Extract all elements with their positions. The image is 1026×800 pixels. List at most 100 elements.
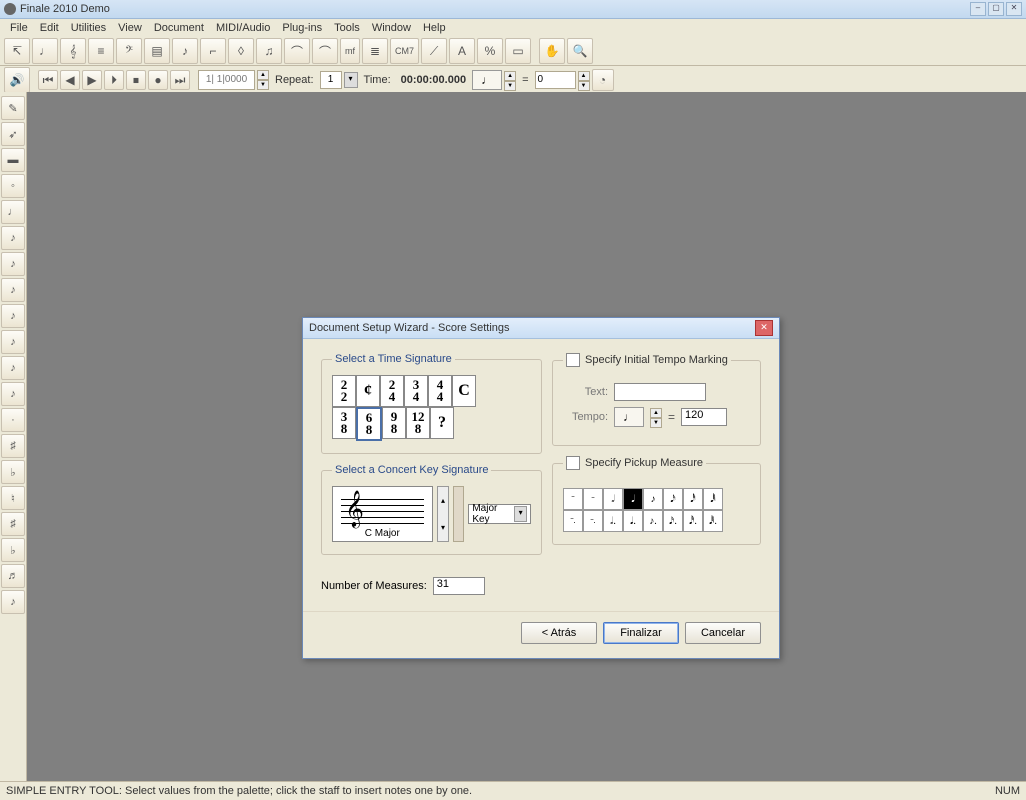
- time-sig-2/4[interactable]: 24: [380, 375, 404, 407]
- pal-5[interactable]: ♪: [1, 226, 25, 250]
- tool-lyric-icon[interactable]: ⟋: [421, 38, 447, 64]
- pal-10[interactable]: ♪: [1, 356, 25, 380]
- pal-1[interactable]: ➶: [1, 122, 25, 146]
- repeat-value[interactable]: 1: [320, 71, 342, 89]
- dialog-close-button[interactable]: ✕: [755, 320, 773, 336]
- tool-bass-icon[interactable]: 𝄢: [116, 38, 142, 64]
- tool-note-icon[interactable]: ♪: [172, 38, 198, 64]
- pickup-0-4[interactable]: ♪: [643, 488, 663, 510]
- time-sig-¢[interactable]: ¢: [356, 375, 380, 407]
- pal-4[interactable]: ♩: [1, 200, 25, 224]
- menu-plugins[interactable]: Plug-ins: [276, 22, 328, 34]
- key-spinner[interactable]: ▴▾: [437, 486, 450, 542]
- time-sig-9/8[interactable]: 98: [382, 407, 406, 439]
- pickup-0-1[interactable]: 𝄼: [583, 488, 603, 510]
- time-sig-6/8[interactable]: 68: [356, 407, 382, 441]
- pb-rew-icon[interactable]: ◀: [60, 70, 80, 90]
- tool-slur-icon[interactable]: ⌒: [284, 38, 310, 64]
- tempo-note-select[interactable]: ♩: [472, 70, 502, 90]
- repeat-dropdown[interactable]: ▾: [344, 72, 358, 88]
- tempo-value-input[interactable]: 120: [681, 408, 727, 426]
- pal-grace-icon[interactable]: ♬: [1, 564, 25, 588]
- menu-file[interactable]: File: [4, 22, 34, 34]
- tool-treble-icon[interactable]: 𝄞: [60, 38, 86, 64]
- pal-8[interactable]: ♪: [1, 304, 25, 328]
- time-sig-12/8[interactable]: 128: [406, 407, 430, 439]
- menu-help[interactable]: Help: [417, 22, 452, 34]
- tool-chord-icon[interactable]: ♫: [256, 38, 282, 64]
- pal-12[interactable]: ·: [1, 408, 25, 432]
- menu-tools[interactable]: Tools: [328, 22, 366, 34]
- tool-articulation-icon[interactable]: ≣: [362, 38, 388, 64]
- pickup-0-7[interactable]: 𝅘𝅥𝅱: [703, 488, 723, 510]
- pal-11[interactable]: ♪: [1, 382, 25, 406]
- pickup-0-5[interactable]: 𝅘𝅥𝅯: [663, 488, 683, 510]
- tool-hand-icon[interactable]: ✋: [539, 38, 565, 64]
- pickup-1-4[interactable]: ♪.: [643, 510, 663, 532]
- tool-page-icon[interactable]: ▭: [505, 38, 531, 64]
- menu-utilities[interactable]: Utilities: [65, 22, 112, 34]
- pal-last[interactable]: ♪: [1, 590, 25, 614]
- pb-play-icon[interactable]: ▶: [82, 70, 102, 90]
- tool-select-icon[interactable]: ↸: [4, 38, 30, 64]
- speaker-icon[interactable]: 🔊: [4, 67, 30, 93]
- tool-key-icon[interactable]: ▤: [144, 38, 170, 64]
- tempo-note-spinner[interactable]: ▲▼: [504, 71, 516, 89]
- pickup-0-3[interactable]: 𝅘𝅥: [623, 488, 643, 510]
- pal-7[interactable]: ♪: [1, 278, 25, 302]
- back-button[interactable]: < Atrás: [521, 622, 597, 644]
- pb-rec-icon[interactable]: ●: [148, 70, 168, 90]
- key-slider[interactable]: [453, 486, 464, 542]
- pickup-1-2[interactable]: 𝅗𝅥.: [603, 510, 623, 532]
- menu-window[interactable]: Window: [366, 22, 417, 34]
- minimize-button[interactable]: –: [970, 2, 986, 16]
- pickup-1-6[interactable]: 𝅘𝅥𝅰.: [683, 510, 703, 532]
- tool-measure-icon[interactable]: ≡: [88, 38, 114, 64]
- tempo-box[interactable]: 0: [535, 71, 576, 89]
- pal-0[interactable]: ✎: [1, 96, 25, 120]
- pickup-1-3[interactable]: 𝅘𝅥.: [623, 510, 643, 532]
- cancel-button[interactable]: Cancelar: [685, 622, 761, 644]
- tool-tie-icon[interactable]: ⌒: [312, 38, 338, 64]
- time-sig-3/8[interactable]: 38: [332, 407, 356, 439]
- pal-3[interactable]: ◦: [1, 174, 25, 198]
- pal-flat-icon[interactable]: ♭: [1, 460, 25, 484]
- pickup-1-7[interactable]: 𝅘𝅥𝅱.: [703, 510, 723, 532]
- time-sig-2/2[interactable]: 22: [332, 375, 356, 407]
- tool-smart-icon[interactable]: ◊: [228, 38, 254, 64]
- tempo-spinner[interactable]: ▲▼: [578, 71, 590, 89]
- pickup-0-0[interactable]: 𝄻: [563, 488, 583, 510]
- time-sig-C[interactable]: C: [452, 375, 476, 407]
- pickup-1-1[interactable]: 𝄼.: [583, 510, 603, 532]
- pal-sharp-icon[interactable]: ♯: [1, 434, 25, 458]
- pal-dflat-icon[interactable]: ♭: [1, 538, 25, 562]
- score-canvas[interactable]: Document Setup Wizard - Score Settings ✕…: [27, 92, 1026, 782]
- maximize-button[interactable]: ▢: [988, 2, 1004, 16]
- tool-repeat-icon[interactable]: %: [477, 38, 503, 64]
- pickup-1-0[interactable]: 𝄻.: [563, 510, 583, 532]
- pb-pause-icon[interactable]: ⏵: [104, 70, 124, 90]
- tempo-note-spin[interactable]: ▲▼: [650, 408, 662, 426]
- time-sig-3/4[interactable]: 34: [404, 375, 428, 407]
- tempo-checkbox[interactable]: [566, 353, 580, 367]
- tool-chordname-icon[interactable]: CM7: [390, 38, 419, 64]
- pal-2[interactable]: ▬: [1, 148, 25, 172]
- menu-edit[interactable]: Edit: [34, 22, 65, 34]
- pal-natural-icon[interactable]: ♮: [1, 486, 25, 510]
- pb-stop-icon[interactable]: ⏹: [126, 70, 146, 90]
- finish-button[interactable]: Finalizar: [603, 622, 679, 644]
- menu-document[interactable]: Document: [148, 22, 210, 34]
- counter-spinner[interactable]: ▲▼: [257, 70, 269, 90]
- pb-last-icon[interactable]: ⏭: [170, 70, 190, 90]
- time-sig-4/4[interactable]: 44: [428, 375, 452, 407]
- pickup-1-5[interactable]: 𝅘𝅥𝅯.: [663, 510, 683, 532]
- pal-9[interactable]: ♪: [1, 330, 25, 354]
- measures-input[interactable]: 31: [433, 577, 485, 595]
- close-button[interactable]: ✕: [1006, 2, 1022, 16]
- tool-expression-icon[interactable]: mf: [340, 38, 360, 64]
- time-sig-?[interactable]: ?: [430, 407, 454, 439]
- tool-staff-icon[interactable]: ♩: [32, 38, 58, 64]
- pal-dsharp-icon[interactable]: ♯: [1, 512, 25, 536]
- pal-6[interactable]: ♪: [1, 252, 25, 276]
- dialog-title-bar[interactable]: Document Setup Wizard - Score Settings ✕: [303, 318, 779, 339]
